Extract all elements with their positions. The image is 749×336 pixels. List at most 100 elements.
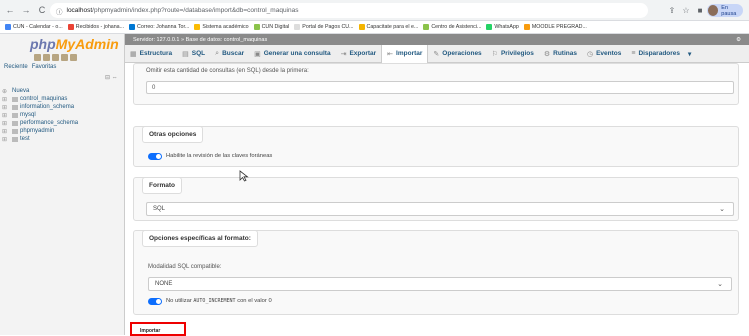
structure-icon: ▦	[130, 50, 137, 58]
profile-label: En pausa	[721, 4, 737, 17]
partial-import-fieldset: Omitir esta cantidad de consultas (en SQ…	[133, 63, 739, 105]
expand-icon[interactable]: ⊞	[2, 104, 12, 111]
tab-label: Estructura	[139, 50, 173, 57]
bookmark-item[interactable]: Correo: Johanna Tor...	[129, 24, 189, 30]
privileges-icon: ⚐	[491, 50, 498, 58]
sql-compat-label: Modalidad SQL compatible:	[148, 264, 222, 270]
tab-search[interactable]: ⌕ Buscar	[210, 45, 249, 63]
settings-icon[interactable]	[61, 54, 68, 61]
sql-icon: ▤	[182, 50, 189, 58]
format-specific-fieldset: Opciones específicas al formato: Modalid…	[133, 230, 739, 315]
back-icon[interactable]: ←	[4, 4, 16, 16]
export-icon: ⇥	[340, 50, 347, 58]
bookmark-item[interactable]: WhatsApp	[486, 24, 519, 30]
format-legend: Formato	[142, 177, 182, 194]
expand-icon[interactable]: ⊞	[2, 120, 12, 127]
bookmark-item[interactable]: Sistema académico	[194, 24, 249, 30]
database-icon	[12, 104, 18, 110]
tab-events[interactable]: ◷ Eventos	[582, 45, 626, 63]
bookmark-item[interactable]: CUN - Calendar - o...	[5, 24, 63, 30]
tab-label: Generar una consulta	[263, 50, 331, 57]
chevron-down-icon: ⌄	[719, 206, 725, 213]
tree-item-new[interactable]: ⊕ Nueva	[2, 87, 78, 95]
settings-gear-icon[interactable]: ⚙	[736, 37, 741, 43]
phpmyadmin-logo[interactable]: phpMyAdmin	[30, 36, 119, 52]
tab-label: Rutinas	[553, 50, 577, 57]
share-icon[interactable]: ⇪	[666, 4, 678, 16]
import-button[interactable]: Importar	[140, 328, 160, 334]
breadcrumb-text[interactable]: Servidor: 127.0.0.1 » Base de datos: con…	[133, 37, 267, 43]
tab-import[interactable]: ⇤ Importar	[381, 44, 429, 63]
bookmark-label: Centro de Asistenci...	[431, 24, 482, 30]
import-panel: Omitir esta cantidad de consultas (en SQ…	[125, 63, 749, 335]
bookmark-item[interactable]: Centro de Asistenci...	[423, 24, 481, 30]
tab-structure[interactable]: ▦ Estructura	[125, 45, 177, 63]
format-value: SQL	[153, 206, 166, 212]
info-icon: ⓘ	[56, 8, 63, 16]
window-icon[interactable]: ■	[694, 4, 706, 16]
reload-icon[interactable]: C	[36, 4, 48, 16]
tab-query[interactable]: ▣ Generar una consulta	[249, 45, 335, 63]
logout-icon[interactable]	[43, 54, 50, 61]
tab-sql[interactable]: ▤ SQL	[177, 45, 210, 63]
tree-item-db[interactable]: ⊞ test	[2, 135, 78, 143]
sql-compat-value: NONE	[155, 281, 173, 287]
tab-favorites[interactable]: Favoritas	[32, 64, 57, 70]
tree-label: performance_schema	[20, 120, 79, 126]
tree-item-db[interactable]: ⊞ control_maquinas	[2, 95, 78, 103]
skip-queries-input[interactable]: 0	[146, 81, 734, 94]
reload-nav-icon[interactable]	[70, 54, 77, 61]
bookmark-label: Capacitate para el e...	[366, 24, 419, 30]
tab-privileges[interactable]: ⚐ Privilegios	[487, 45, 539, 63]
clock-icon: ◷	[586, 50, 594, 58]
database-icon	[12, 136, 18, 142]
bookmark-item[interactable]: CUN Digital	[253, 24, 289, 30]
tab-export[interactable]: ⇥ Exportar	[336, 45, 382, 63]
navigation-sidebar: phpMyAdmin Reciente Favoritas ⊟ ⇔ ⊕ Nueva…	[0, 34, 125, 335]
tree-item-db[interactable]: ⊞ mysql	[2, 111, 78, 119]
tab-recent[interactable]: Reciente	[4, 64, 28, 70]
expand-icon[interactable]: ⊞	[2, 128, 12, 135]
home-icon[interactable]	[34, 54, 41, 61]
tab-label: SQL	[191, 50, 206, 57]
bookmark-label: Sistema académico	[202, 24, 249, 30]
database-tree: ⊕ Nueva ⊞ control_maquinas ⊞ information_sc…	[2, 87, 78, 143]
sql-compat-select[interactable]: NONE ⌄	[148, 277, 732, 291]
tree-item-db[interactable]: ⊞ performance_schema	[2, 119, 78, 127]
bookmark-label: Portal de Pagos CU...	[302, 24, 354, 30]
import-button-highlight[interactable]: Importar	[130, 322, 186, 336]
tab-routines[interactable]: ⚙ Rutinas	[539, 45, 582, 63]
other-options-fieldset: Otras opciones Habilite la revisión de l…	[133, 126, 739, 167]
star-icon[interactable]: ☆	[680, 4, 692, 16]
docs-icon[interactable]	[52, 54, 59, 61]
skip-queries-label: Omitir esta cantidad de consultas (en SQ…	[146, 68, 309, 74]
bookmark-label: Correo: Johanna Tor...	[137, 24, 190, 30]
tab-operations[interactable]: ✎ Operaciones	[428, 45, 486, 63]
tab-triggers[interactable]: ≡ Disparadores	[626, 45, 685, 63]
tree-item-db[interactable]: ⊞ phpmyadmin	[2, 127, 78, 135]
auto-increment-toggle[interactable]	[148, 298, 162, 305]
bookmark-item[interactable]: MOODLE PREGRAD...	[523, 24, 587, 30]
foreign-keys-toggle[interactable]	[148, 153, 162, 160]
auto-inc-code: AUTO_INCREMENT	[193, 298, 236, 304]
logo-myadmin: MyAdmin	[55, 36, 119, 52]
expand-icon[interactable]: ⊞	[2, 96, 12, 103]
tree-item-db[interactable]: ⊞ information_schema	[2, 103, 78, 111]
expand-icon[interactable]: ⊞	[2, 112, 12, 119]
collapse-icon[interactable]: ⊟ ⇔	[105, 74, 118, 81]
sidebar-quick-icons	[34, 54, 79, 61]
more-tabs-chevron-icon[interactable]: ▾	[685, 45, 694, 63]
bookmark-item[interactable]: Capacitate para el e...	[358, 24, 419, 30]
forward-icon[interactable]: →	[20, 4, 32, 16]
format-specific-legend: Opciones específicas al formato:	[142, 230, 258, 247]
wrench-icon: ✎	[433, 50, 440, 58]
bookmark-item[interactable]: Portal de Pagos CU...	[294, 24, 354, 30]
expand-icon[interactable]: ⊞	[2, 136, 12, 143]
format-select[interactable]: SQL ⌄	[146, 202, 734, 216]
profile-button[interactable]: En pausa	[707, 4, 743, 17]
tab-label: Disparadores	[638, 50, 681, 57]
address-bar[interactable]: ⓘ localhost /phpmyadmin/index.php?route=…	[50, 3, 648, 18]
tab-label: Importar	[396, 50, 423, 57]
bookmark-item[interactable]: Recibidos - johana...	[67, 24, 124, 30]
bookmarks-bar: CUN - Calendar - o... Recibidos - johana…	[0, 21, 749, 34]
